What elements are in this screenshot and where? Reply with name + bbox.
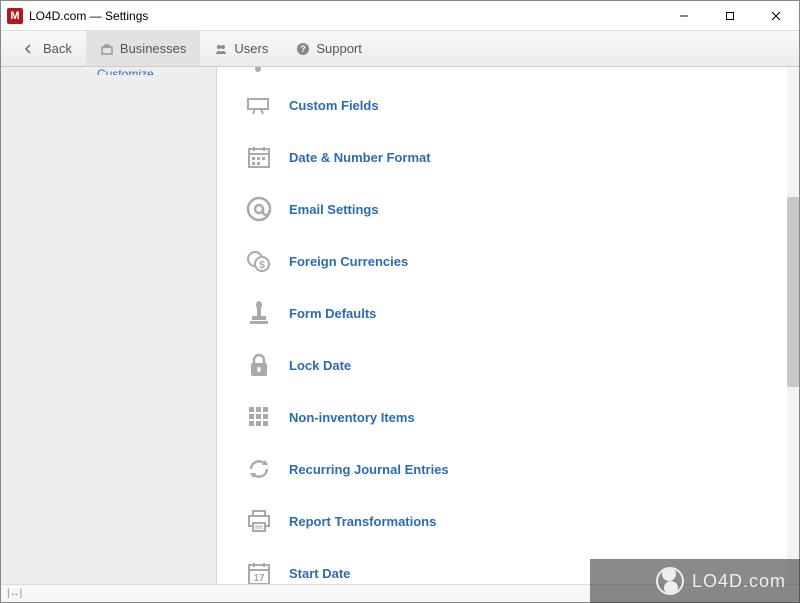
svg-text:17: 17 [253, 573, 265, 584]
svg-text:?: ? [301, 44, 307, 54]
watermark: LO4D.com [590, 559, 800, 603]
stamp-icon [245, 299, 273, 327]
titlebar: M LO4D.com — Settings [1, 1, 799, 31]
tab-users[interactable]: Users [200, 31, 282, 66]
close-button[interactable] [753, 1, 799, 31]
settings-label: Custom Fields [289, 98, 379, 113]
briefcase-icon [100, 42, 114, 56]
calendar-17-icon: 17 [245, 559, 273, 584]
tab-businesses-label: Businesses [120, 41, 186, 56]
toolbar: Back Businesses Users ? Support [1, 31, 799, 67]
settings-label: Email Settings [289, 202, 379, 217]
settings-label: Recurring Journal Entries [289, 462, 449, 477]
watermark-logo-icon [656, 567, 684, 595]
maximize-button[interactable] [707, 1, 753, 31]
body: Customize Custom Fields [1, 67, 799, 584]
hierarchy-icon [245, 67, 273, 75]
window-title: LO4D.com — Settings [29, 9, 148, 23]
app-window: M LO4D.com — Settings Back Businesses [0, 0, 800, 603]
settings-label: Form Defaults [289, 306, 376, 321]
printer-icon [245, 507, 273, 535]
lock-icon [245, 351, 273, 379]
tab-businesses[interactable]: Businesses [86, 31, 200, 66]
settings-label: Foreign Currencies [289, 254, 408, 269]
resize-handle-icon[interactable]: |↔| [7, 588, 22, 599]
settings-row-lock-date[interactable]: Lock Date [245, 339, 799, 391]
sidebar: Customize [1, 67, 216, 584]
users-icon [214, 42, 228, 56]
back-button[interactable]: Back [9, 31, 86, 66]
settings-row-foreign-currencies[interactable]: $ Foreign Currencies [245, 235, 799, 287]
settings-row-non-inventory-items[interactable]: Non-inventory Items [245, 391, 799, 443]
settings-label: Report Transformations [289, 514, 436, 529]
settings-row-date-number-format[interactable]: Date & Number Format [245, 131, 799, 183]
grid-icon [245, 403, 273, 431]
settings-row-email-settings[interactable]: Email Settings [245, 183, 799, 235]
at-sign-icon [245, 195, 273, 223]
tab-support[interactable]: ? Support [282, 31, 376, 66]
coins-icon: $ [245, 247, 273, 275]
settings-row-form-defaults[interactable]: Form Defaults [245, 287, 799, 339]
tab-support-label: Support [316, 41, 362, 56]
minimize-button[interactable] [661, 1, 707, 31]
settings-list: Custom Fields Date & Number Format Email… [217, 67, 799, 584]
back-label: Back [43, 41, 72, 56]
settings-label: Start Date [289, 566, 350, 581]
chevron-left-icon [23, 42, 37, 56]
calendar-icon [245, 143, 273, 171]
scroll-thumb[interactable] [787, 197, 799, 387]
main-panel: Custom Fields Date & Number Format Email… [216, 67, 799, 584]
svg-text:$: $ [259, 260, 265, 271]
settings-label: Date & Number Format [289, 150, 431, 165]
refresh-icon [245, 455, 273, 483]
tab-users-label: Users [234, 41, 268, 56]
watermark-text: LO4D.com [692, 571, 786, 592]
app-icon: M [7, 8, 23, 24]
settings-row-partial-top[interactable] [245, 67, 799, 79]
sidebar-item-customize[interactable]: Customize [1, 67, 216, 75]
settings-label: Lock Date [289, 358, 351, 373]
projector-icon [245, 91, 273, 119]
settings-row-custom-fields[interactable]: Custom Fields [245, 79, 799, 131]
window-controls [661, 1, 799, 31]
settings-row-recurring-journal-entries[interactable]: Recurring Journal Entries [245, 443, 799, 495]
settings-row-report-transformations[interactable]: Report Transformations [245, 495, 799, 547]
help-icon: ? [296, 42, 310, 56]
settings-label: Non-inventory Items [289, 410, 415, 425]
